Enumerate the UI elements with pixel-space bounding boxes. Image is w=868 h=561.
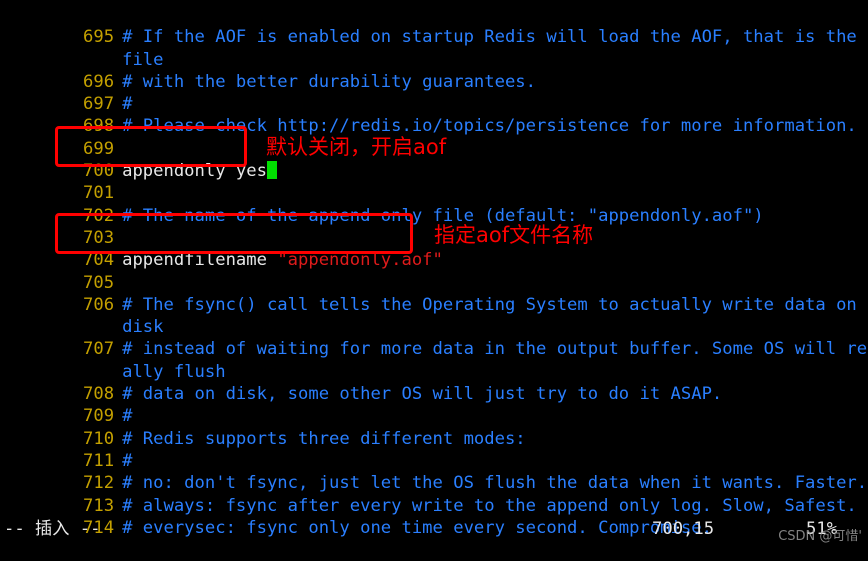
line-text: # data on disk, some other OS will just … — [122, 384, 723, 405]
line-number: 710 — [83, 428, 115, 449]
line-number: 711 — [83, 450, 115, 471]
line-text: # — [122, 406, 133, 427]
line-text: # — [122, 450, 133, 471]
editor-line: 706 # The fsync() call tells the Operatin… — [0, 272, 868, 315]
line-number: 702 — [83, 205, 115, 226]
text-cursor — [266, 161, 277, 180]
line-text: disk — [122, 317, 164, 338]
line-number: 705 — [83, 272, 115, 293]
editor-line: 695 # If the AOF is enabled on startup Re… — [0, 4, 868, 47]
status-cursor-position: 700,15 — [652, 519, 715, 539]
vim-status-line: -- 插入 -- 700,15 51% — [0, 518, 868, 542]
line-number: 703 — [83, 227, 115, 248]
line-text: # The fsync() call tells the Operating S… — [122, 294, 857, 315]
config-appendfilename-value: "appendonly.aof" — [277, 250, 443, 271]
line-number: 713 — [83, 495, 115, 516]
editor-line: 702 # The name of the append only file (d… — [0, 182, 868, 226]
line-text: # Redis supports three different modes: — [122, 428, 526, 449]
line-number: 699 — [83, 138, 115, 159]
line-number: 700 — [83, 161, 115, 182]
line-number: 695 — [83, 27, 115, 48]
line-text: # always: fsync after every write to the… — [122, 495, 857, 516]
line-number: 707 — [83, 339, 115, 360]
terminal-window: 695 # If the AOF is enabled on startup Re… — [0, 0, 868, 550]
line-text: # instead of waiting for more data in th… — [122, 339, 868, 360]
annotation-appendonly: 默认关闭，开启aof — [266, 135, 447, 159]
line-number: 708 — [83, 384, 115, 405]
line-number: 697 — [83, 94, 115, 115]
config-appendonly-text: appendonly yes — [122, 161, 267, 182]
line-number: 712 — [83, 473, 115, 494]
line-text: # no: don't fsync, just let the OS flush… — [122, 473, 868, 494]
annotation-appendfilename: 指定aof文件名称 — [434, 223, 594, 247]
line-number: 698 — [83, 116, 115, 137]
line-text: ally flush — [122, 361, 226, 382]
line-text: file — [122, 49, 164, 70]
line-number: 696 — [83, 71, 115, 92]
line-number: 701 — [83, 183, 115, 204]
status-mode-indicator: -- 插入 -- — [4, 519, 101, 539]
csdn-watermark: CSDN @可惜' — [778, 529, 862, 544]
line-number: 704 — [83, 250, 115, 271]
line-text: # with the better durability guarantees. — [122, 71, 537, 92]
line-text: # If the AOF is enabled on startup Redis… — [122, 27, 857, 48]
line-number: 709 — [83, 406, 115, 427]
line-number: 706 — [83, 294, 115, 315]
config-appendfilename-key: appendfilename — [122, 250, 278, 271]
line-text: # Please check http://redis.io/topics/pe… — [122, 116, 857, 137]
vim-text-buffer[interactable]: 695 # If the AOF is enabled on startup Re… — [0, 0, 868, 538]
line-text: # — [122, 94, 133, 115]
